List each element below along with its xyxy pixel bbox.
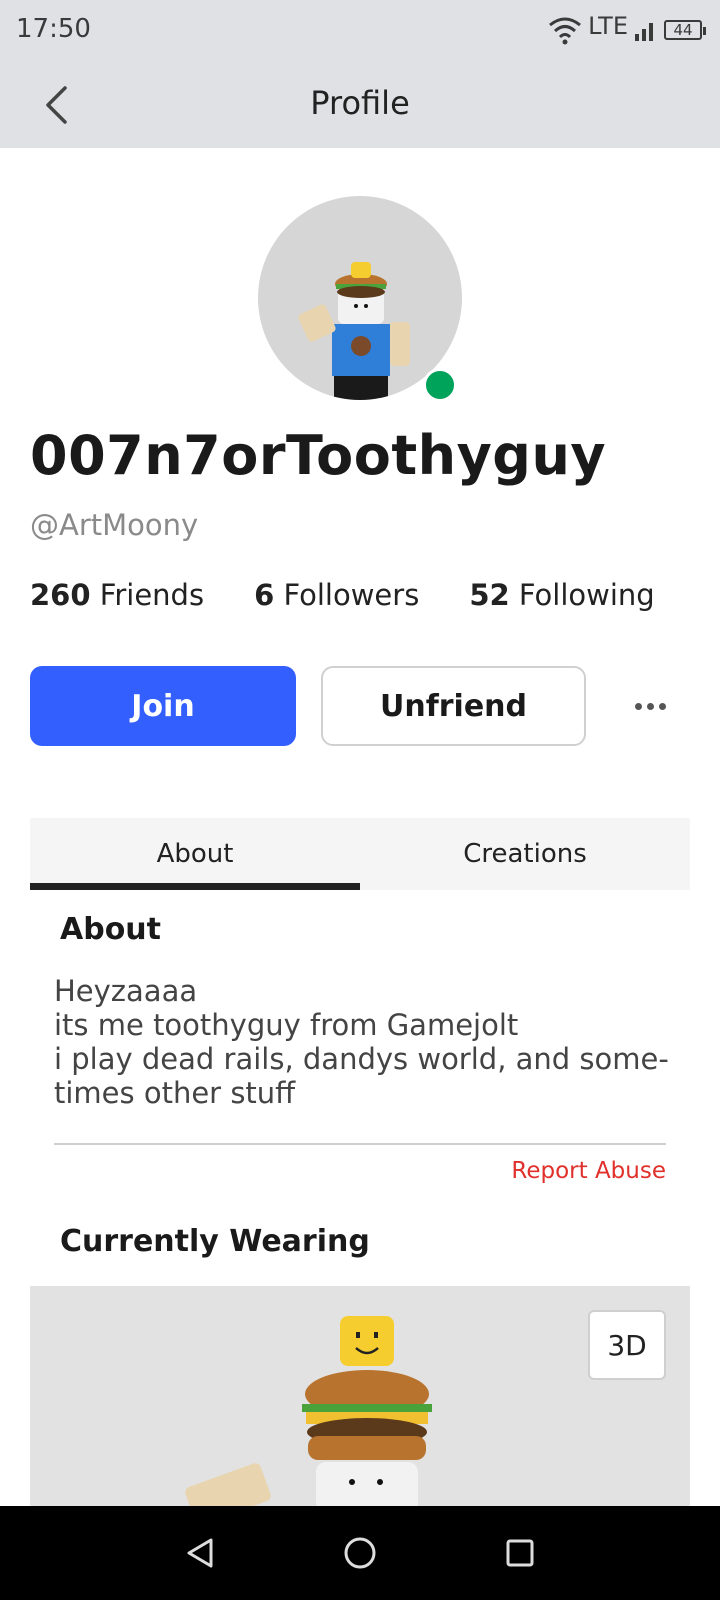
- about-line: i play dead rails, dandys world, and som…: [54, 1042, 669, 1076]
- online-status-indicator: [423, 368, 457, 402]
- more-options-icon[interactable]: [628, 690, 672, 722]
- following-stat[interactable]: 52 Following: [469, 578, 654, 612]
- display-name: 007n7orToothyguy: [30, 424, 607, 487]
- followers-count: 6: [254, 578, 275, 612]
- top-nav: Profile: [0, 62, 720, 148]
- about-line: its me toothyguy from Gamejolt: [54, 1008, 519, 1042]
- unfriend-button[interactable]: Unfriend: [321, 666, 586, 746]
- signal-icon: [635, 23, 653, 41]
- battery-level: 44: [673, 21, 693, 39]
- status-bar: 17:50 LTE 44: [0, 0, 720, 62]
- currently-wearing-heading: Currently Wearing: [60, 1224, 370, 1259]
- back-nav-icon[interactable]: [178, 1531, 222, 1575]
- tab-about[interactable]: About: [30, 818, 360, 890]
- friends-count: 260: [30, 578, 91, 612]
- divider: [54, 1143, 666, 1145]
- home-nav-icon[interactable]: [338, 1531, 382, 1575]
- system-nav-bar: [0, 1506, 720, 1600]
- username: @ArtMoony: [30, 508, 199, 542]
- wifi-icon: [549, 17, 582, 45]
- page-title: Profile: [310, 84, 410, 122]
- friends-stat[interactable]: 260 Friends: [30, 578, 204, 612]
- join-button[interactable]: Join: [30, 666, 296, 746]
- battery-icon: 44: [664, 20, 706, 40]
- recents-nav-icon[interactable]: [498, 1531, 542, 1575]
- profile-stats: 260 Friends 6 Followers 52 Following: [30, 578, 655, 612]
- followers-stat[interactable]: 6 Followers: [254, 578, 419, 612]
- about-line: times other stuff: [54, 1076, 296, 1110]
- network-type: LTE: [588, 12, 628, 40]
- avatar-preview[interactable]: 3D: [30, 1286, 690, 1506]
- status-icons: LTE 44: [548, 10, 706, 50]
- about-line: Heyzaaaa: [54, 974, 198, 1008]
- friends-label: Friends: [99, 578, 205, 612]
- report-abuse-link[interactable]: Report Abuse: [511, 1158, 666, 1184]
- view-3d-button[interactable]: 3D: [588, 1310, 666, 1380]
- status-time: 17:50: [16, 14, 91, 44]
- profile-tabs: About Creations: [30, 818, 690, 890]
- about-heading: About: [60, 912, 162, 947]
- following-label: Following: [518, 578, 655, 612]
- tab-creations[interactable]: Creations: [360, 818, 690, 890]
- followers-label: Followers: [283, 578, 420, 612]
- following-count: 52: [469, 578, 510, 612]
- about-description: Heyzaaaa its me toothyguy from Gamejolt …: [54, 974, 674, 1110]
